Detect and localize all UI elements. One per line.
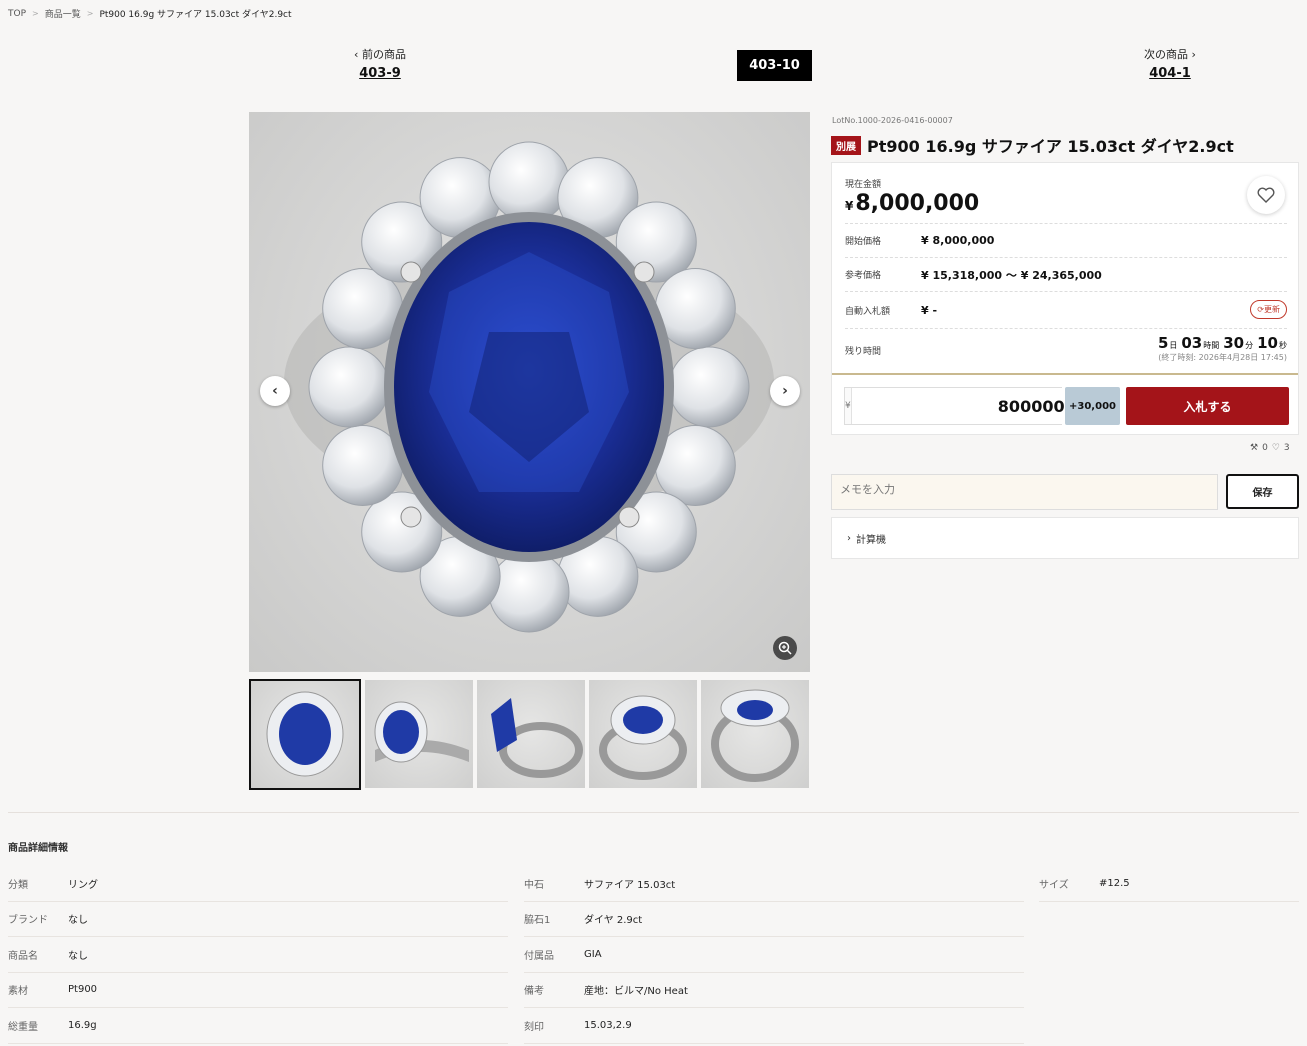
- product-title-row: 別展 Pt900 16.9g サファイア 15.03ct ダイヤ2.9ct: [831, 133, 1234, 157]
- start-price-row: 開始価格 ¥ 8,000,000: [845, 223, 1287, 257]
- bid-amount-field: ¥: [844, 387, 1084, 425]
- current-lot-badge: 403-10: [737, 50, 812, 81]
- remaining-time-label: 残り時間: [845, 346, 882, 357]
- heart-icon: [1257, 187, 1275, 203]
- thumbnail-5[interactable]: [701, 680, 809, 788]
- halo-diamond: [668, 346, 750, 428]
- bid-count: 0: [1262, 443, 1268, 453]
- detail-row: 刻印 15.03,2.9: [524, 1008, 1024, 1044]
- place-bid-button[interactable]: 入札する: [1126, 387, 1289, 425]
- bid-amount-input[interactable]: [851, 388, 1084, 424]
- heart-icon: ♡: [1271, 443, 1280, 453]
- detail-row: 分類 リング: [8, 866, 508, 902]
- carousel-prev-button[interactable]: ‹: [260, 376, 290, 406]
- currency-prefix: ¥: [845, 388, 852, 424]
- breadcrumb-separator: >: [32, 9, 39, 18]
- prev-item-lot-link[interactable]: 403-9: [340, 66, 420, 81]
- product-title: Pt900 16.9g サファイア 15.03ct ダイヤ2.9ct: [867, 137, 1234, 156]
- detail-row: 総重量 16.9g: [8, 1008, 508, 1044]
- carousel-next-button[interactable]: ›: [770, 376, 800, 406]
- end-time: (終了時刻: 2026年4月28日 17:45): [1158, 353, 1287, 362]
- reference-price-row: 参考価格 ¥ 15,318,000 〜 ¥ 24,365,000: [845, 257, 1287, 291]
- breadcrumb-current: Pt900 16.9g サファイア 15.03ct ダイヤ2.9ct: [99, 10, 292, 20]
- section-divider: [8, 812, 1299, 813]
- detail-row: 備考 産地：ビルマ/No Heat: [524, 973, 1024, 1008]
- memo-input[interactable]: [831, 474, 1218, 510]
- bid-panel: 現在金額 ¥8,000,000 開始価格 ¥ 8,000,000 参考価格 ¥ …: [831, 162, 1299, 435]
- detail-row: 中石 サファイア 15.03ct: [524, 866, 1024, 902]
- breadcrumb: TOP > 商品一覧 > Pt900 16.9g サファイア 15.03ct ダ…: [8, 7, 292, 21]
- zoom-button[interactable]: [773, 636, 797, 660]
- divider: [832, 373, 1298, 375]
- category-badge: 別展: [831, 135, 861, 155]
- detail-row: ブランド なし: [8, 902, 508, 937]
- details-column-3: サイズ #12.5: [1039, 866, 1299, 902]
- thumbnail-1[interactable]: [249, 679, 361, 790]
- auto-bid-row: 自動入札額 ¥ - ⟳更新: [845, 291, 1287, 328]
- thumbnail-strip: [249, 679, 809, 790]
- detail-row: サイズ #12.5: [1039, 866, 1299, 902]
- start-price-value: ¥ 8,000,000: [921, 234, 995, 247]
- chevron-left-icon: ‹: [354, 48, 362, 61]
- halo-diamond: [488, 551, 570, 633]
- increment-button[interactable]: +30,000: [1065, 387, 1120, 425]
- prev-item-nav[interactable]: ‹ 前の商品 403-9: [340, 46, 420, 81]
- breadcrumb-top-link[interactable]: TOP: [8, 9, 26, 19]
- detail-row: 脇石1 ダイヤ 2.9ct: [524, 902, 1024, 937]
- reference-price-label: 参考価格: [845, 271, 882, 281]
- item-stats: ⚒ 0 ♡ 3: [1250, 443, 1290, 453]
- thumbnail-3[interactable]: [477, 680, 585, 788]
- gavel-icon: ⚒: [1250, 443, 1259, 453]
- details-column-1: 分類 リング ブランド なし 商品名 なし 素材 Pt900 総重量 16.9g: [8, 866, 508, 1044]
- auto-bid-value: ¥ -: [921, 303, 938, 317]
- save-memo-button[interactable]: 保存: [1226, 474, 1299, 509]
- chevron-right-icon: ›: [847, 532, 851, 544]
- halo-diamond: [308, 346, 390, 428]
- chevron-right-icon: ›: [782, 383, 788, 399]
- prev-item-label: ‹ 前の商品: [354, 48, 406, 61]
- calculator-label: 計算機: [856, 534, 886, 546]
- lot-number: LotNo.1000-2026-0416-00007: [832, 116, 953, 125]
- current-price-label: 現在金額: [845, 180, 882, 190]
- thumbnail-2[interactable]: [365, 680, 473, 788]
- details-column-2: 中石 サファイア 15.03ct 脇石1 ダイヤ 2.9ct 付属品 GIA 備考 産地…: [524, 866, 1024, 1044]
- favorite-count: 3: [1283, 443, 1290, 453]
- chevron-left-icon: ‹: [272, 383, 278, 399]
- countdown: 5日 03時間 30分 10秒 (終了時刻: 2026年4月28日 17:45): [1157, 334, 1287, 362]
- remaining-time-row: 残り時間 5日 03時間 30分 10秒 (終了時刻: 2026年4月28日 17:4…: [845, 328, 1287, 371]
- next-item-lot-link[interactable]: 404-1: [1130, 66, 1210, 81]
- breadcrumb-separator: >: [86, 9, 94, 18]
- next-item-label: 次の商品 ›: [1144, 48, 1196, 61]
- calculator-toggle[interactable]: › 計算機: [831, 517, 1299, 559]
- refresh-icon: ⟳: [1257, 305, 1264, 314]
- zoom-in-icon: [778, 641, 792, 655]
- chevron-right-icon: ›: [1188, 48, 1196, 61]
- auto-bid-label: 自動入札額: [845, 306, 891, 317]
- details-section-title: 商品詳細情報: [8, 843, 68, 854]
- main-product-image[interactable]: ‹ ›: [249, 112, 810, 672]
- refresh-button[interactable]: ⟳更新: [1250, 300, 1287, 319]
- thumbnail-4[interactable]: [589, 680, 697, 788]
- next-item-nav[interactable]: 次の商品 › 404-1: [1130, 46, 1210, 81]
- detail-row: 商品名 なし: [8, 937, 508, 973]
- current-price: ¥8,000,000: [845, 191, 980, 216]
- favorite-button[interactable]: [1247, 176, 1285, 214]
- breadcrumb-list-link[interactable]: 商品一覧: [45, 7, 81, 20]
- reference-price-value: ¥ 15,318,000 〜 ¥ 24,365,000: [921, 268, 1102, 282]
- halo-diamond: [488, 141, 570, 223]
- ring-photo: [284, 141, 774, 633]
- detail-row: 付属品 GIA: [524, 937, 1024, 973]
- detail-row: 素材 Pt900: [8, 973, 508, 1008]
- start-price-label: 開始価格: [845, 237, 882, 247]
